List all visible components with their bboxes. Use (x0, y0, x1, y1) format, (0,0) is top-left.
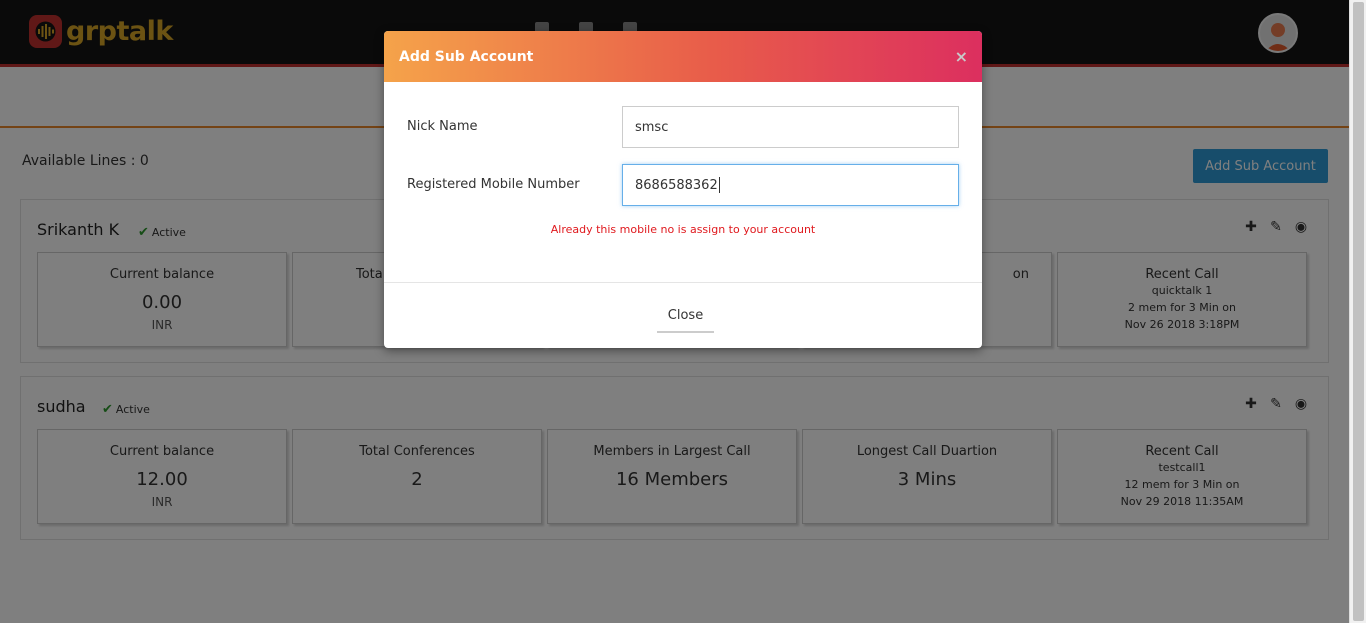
error-message: Already this mobile no is assign to your… (550, 223, 816, 236)
close-button[interactable]: Close (657, 300, 714, 333)
scrollbar[interactable] (1349, 0, 1366, 623)
scrollbar-thumb[interactable] (1353, 2, 1364, 621)
close-icon[interactable]: × (955, 47, 968, 66)
add-sub-account-modal: Add Sub Account × Nick Name smsc Registe… (384, 31, 982, 348)
text-caret (718, 177, 720, 193)
modal-header: Add Sub Account × (384, 31, 982, 82)
mobile-number-input[interactable]: 8686588362 (622, 164, 959, 206)
mobile-number-label: Registered Mobile Number (407, 177, 580, 192)
nick-name-input[interactable]: smsc (622, 106, 959, 148)
modal-title: Add Sub Account (399, 49, 534, 65)
modal-footer: Close (384, 282, 982, 348)
nick-name-value: smsc (635, 119, 669, 135)
mobile-number-value: 8686588362 (635, 177, 718, 193)
nick-name-label: Nick Name (407, 119, 478, 134)
